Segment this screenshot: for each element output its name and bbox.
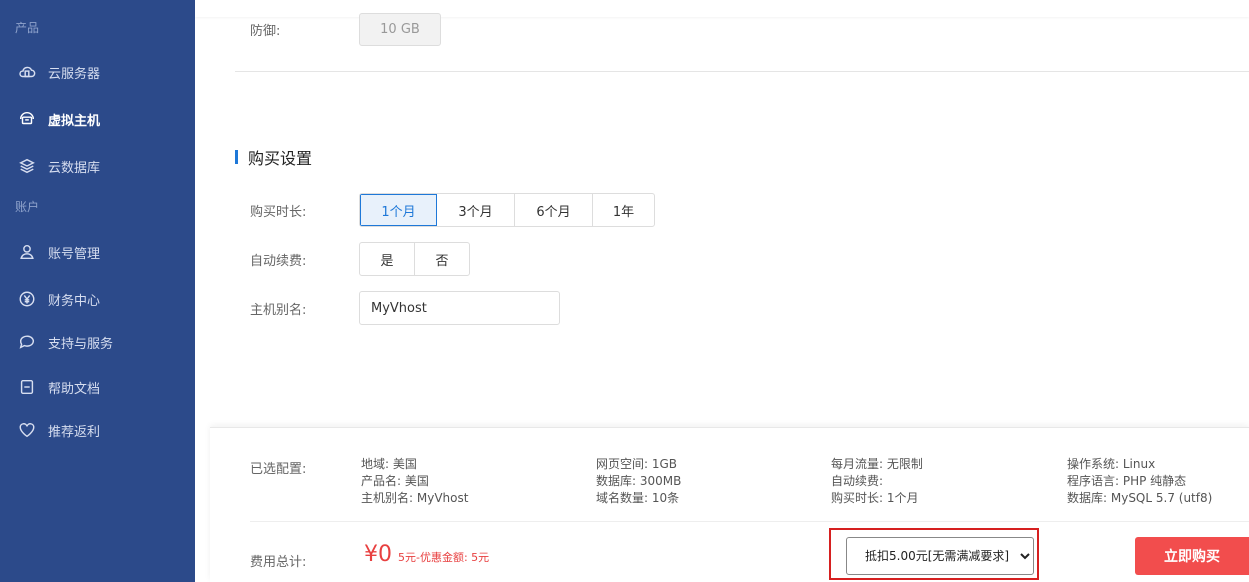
duration-option-1-year[interactable]: 1年 bbox=[593, 194, 654, 226]
sidebar-item-label: 财务中心 bbox=[48, 293, 101, 309]
order-summary-panel: 已选配置: 地域: 美国 产品名: 美国 主机别名: MyVhost 网页空间:… bbox=[210, 427, 1249, 582]
summary-divider bbox=[250, 521, 1249, 522]
auto-renew-yes[interactable]: 是 bbox=[360, 243, 415, 275]
duration-selector: 1个月 3个月 6个月 1年 bbox=[359, 193, 655, 227]
total-price: ¥ 0 5元-优惠金额: 5元 bbox=[364, 542, 489, 567]
section-divider bbox=[235, 71, 1249, 72]
config-os: 操作系统: Linux bbox=[1067, 457, 1156, 471]
virtual-host-icon bbox=[18, 110, 36, 128]
user-icon bbox=[18, 243, 36, 261]
yen-circle-icon bbox=[18, 290, 36, 308]
sidebar-item-cloud-database[interactable]: 云数据库 bbox=[0, 146, 195, 186]
sidebar-item-label: 支持与服务 bbox=[48, 336, 114, 352]
auto-renew-selector: 是 否 bbox=[359, 242, 470, 276]
sidebar-item-referral[interactable]: 推荐返利 bbox=[0, 410, 195, 450]
config-domain-count: 域名数量: 10条 bbox=[596, 491, 680, 505]
duration-option-1-month[interactable]: 1个月 bbox=[360, 194, 437, 226]
price-amount: 0 bbox=[378, 542, 392, 567]
sidebar-item-cloud-server[interactable]: 云服务器 bbox=[0, 52, 195, 92]
top-bar bbox=[195, 0, 1249, 17]
sidebar-item-finance[interactable]: 财务中心 bbox=[0, 279, 195, 319]
sidebar-item-support[interactable]: 支持与服务 bbox=[0, 322, 195, 362]
total-cost-label: 费用总计: bbox=[250, 555, 307, 570]
config-column-4: 操作系统: Linux 程序语言: PHP 纯静态 数据库: MySQL 5.7… bbox=[1067, 456, 1212, 507]
sidebar-item-label: 云数据库 bbox=[48, 160, 101, 176]
defense-value: 10 GB bbox=[359, 13, 441, 46]
chat-bubble-icon bbox=[18, 333, 36, 351]
config-region: 地域: 美国 bbox=[361, 457, 417, 471]
config-web-space: 网页空间: 1GB bbox=[596, 457, 678, 471]
price-discount-detail: 5元-优惠金额: 5元 bbox=[398, 551, 490, 564]
database-layers-icon bbox=[18, 157, 36, 175]
currency-symbol: ¥ bbox=[364, 542, 378, 567]
purchase-settings-title: 购买设置 bbox=[235, 145, 312, 169]
config-auto-renew: 自动续费: bbox=[831, 474, 884, 488]
sidebar-item-label: 虚拟主机 bbox=[48, 113, 101, 129]
sidebar-item-label: 云服务器 bbox=[48, 66, 101, 82]
alias-label: 主机别名: bbox=[250, 303, 307, 318]
duration-option-3-months[interactable]: 3个月 bbox=[437, 194, 515, 226]
sidebar-item-label: 账号管理 bbox=[48, 246, 101, 262]
heart-icon bbox=[18, 421, 36, 439]
config-database-size: 数据库: 300MB bbox=[596, 474, 682, 488]
sidebar-item-virtual-host[interactable]: 虚拟主机 bbox=[0, 99, 195, 139]
config-language: 程序语言: PHP 纯静态 bbox=[1067, 474, 1187, 488]
sidebar-item-account-management[interactable]: 账号管理 bbox=[0, 232, 195, 272]
config-product-name: 产品名: 美国 bbox=[361, 474, 429, 488]
auto-renew-label: 自动续费: bbox=[250, 254, 307, 269]
duration-label: 购买时长: bbox=[250, 205, 307, 220]
host-alias-input[interactable] bbox=[359, 291, 560, 325]
config-duration: 购买时长: 1个月 bbox=[831, 491, 919, 505]
sidebar-section-account: 账户 bbox=[15, 200, 40, 214]
selected-config-label: 已选配置: bbox=[250, 462, 307, 477]
duration-option-6-months[interactable]: 6个月 bbox=[515, 194, 593, 226]
sidebar-item-label: 推荐返利 bbox=[48, 424, 101, 440]
buy-now-button[interactable]: 立即购买 bbox=[1135, 537, 1249, 575]
section-accent-bar bbox=[235, 150, 238, 164]
auto-renew-no[interactable]: 否 bbox=[415, 243, 469, 275]
sidebar: 产品 云服务器 虚拟主机 云数据库 账户 账号管理 财务中心 支持与服务 帮助文… bbox=[0, 0, 195, 582]
config-column-3: 每月流量: 无限制 自动续费: 购买时长: 1个月 bbox=[831, 456, 923, 507]
config-monthly-traffic: 每月流量: 无限制 bbox=[831, 457, 923, 471]
sidebar-item-label: 帮助文档 bbox=[48, 381, 101, 397]
main-content: 防御: 10 GB 购买设置 购买时长: 1个月 3个月 6个月 1年 自动续费… bbox=[195, 0, 1249, 582]
sidebar-item-help-docs[interactable]: 帮助文档 bbox=[0, 367, 195, 407]
sidebar-section-product: 产品 bbox=[15, 21, 40, 35]
config-column-2: 网页空间: 1GB 数据库: 300MB 域名数量: 10条 bbox=[596, 456, 681, 507]
document-icon bbox=[18, 378, 36, 396]
cloud-server-icon bbox=[18, 63, 36, 81]
config-host-alias: 主机别名: MyVhost bbox=[361, 491, 469, 505]
section-title-text: 购买设置 bbox=[248, 149, 313, 168]
defense-label: 防御: bbox=[250, 24, 281, 39]
config-database-engine: 数据库: MySQL 5.7 (utf8) bbox=[1067, 491, 1213, 505]
coupon-select[interactable]: 抵扣5.00元[无需满减要求] bbox=[846, 537, 1034, 575]
config-column-1: 地域: 美国 产品名: 美国 主机别名: MyVhost bbox=[361, 456, 468, 507]
